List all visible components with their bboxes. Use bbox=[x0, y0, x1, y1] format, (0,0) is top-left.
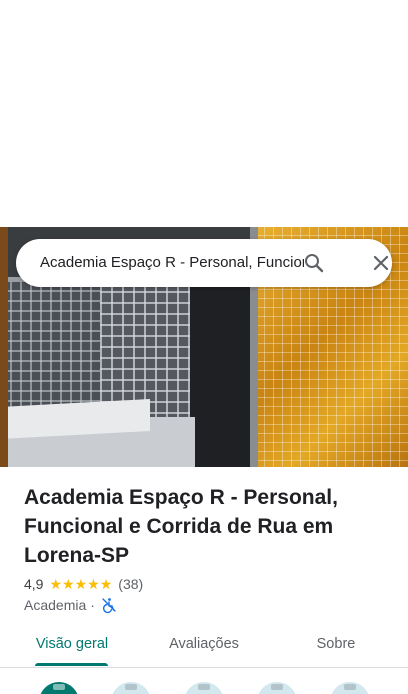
active-tab-indicator bbox=[35, 663, 108, 666]
directions-button[interactable] bbox=[39, 682, 79, 694]
rating-value: 4,9 bbox=[24, 576, 44, 592]
share-button[interactable] bbox=[330, 682, 370, 694]
search-input[interactable]: Academia Espaço R - Personal, Funcional … bbox=[40, 239, 304, 287]
bookmark-icon bbox=[271, 684, 283, 690]
action-buttons-row bbox=[0, 668, 408, 694]
call-button[interactable] bbox=[184, 682, 224, 694]
category-separator: · bbox=[90, 597, 95, 613]
star-icon: ★ bbox=[74, 576, 88, 592]
tab-about[interactable]: Sobre bbox=[296, 626, 376, 666]
tab-overview[interactable]: Visão geral bbox=[24, 626, 120, 666]
tab-reviews[interactable]: Avaliações bbox=[154, 626, 254, 666]
start-button[interactable] bbox=[111, 682, 151, 694]
place-title: Academia Espaço R - Personal, Funcional … bbox=[24, 486, 338, 567]
share-icon bbox=[344, 684, 356, 690]
place-category[interactable]: Academia bbox=[24, 597, 86, 613]
save-button[interactable] bbox=[257, 682, 297, 694]
place-tabs: Visão geral Avaliações Sobre bbox=[0, 626, 408, 668]
star-icon: ★ bbox=[99, 576, 113, 592]
search-bar[interactable]: Academia Espaço R - Personal, Funcional … bbox=[16, 239, 392, 287]
directions-icon bbox=[53, 684, 65, 690]
category-row: Academia · bbox=[24, 596, 117, 614]
star-icon: ★ bbox=[87, 576, 100, 592]
photo-left-edge bbox=[0, 227, 8, 467]
photo-doorway bbox=[190, 287, 252, 467]
star-icon: ★ bbox=[49, 576, 63, 592]
map-area-blank bbox=[0, 0, 408, 227]
rating-stars: ★ ★ ★ ★ ★ bbox=[49, 577, 112, 591]
phone-icon bbox=[198, 684, 210, 690]
review-count[interactable]: (38) bbox=[118, 576, 143, 592]
search-icon[interactable] bbox=[302, 251, 326, 275]
navigation-icon bbox=[125, 684, 137, 690]
rating-row[interactable]: 4,9 ★ ★ ★ ★ ★ (38) bbox=[24, 574, 143, 594]
close-icon[interactable] bbox=[369, 251, 393, 275]
star-icon: ★ bbox=[62, 576, 75, 592]
wheelchair-not-accessible-icon bbox=[101, 597, 117, 614]
